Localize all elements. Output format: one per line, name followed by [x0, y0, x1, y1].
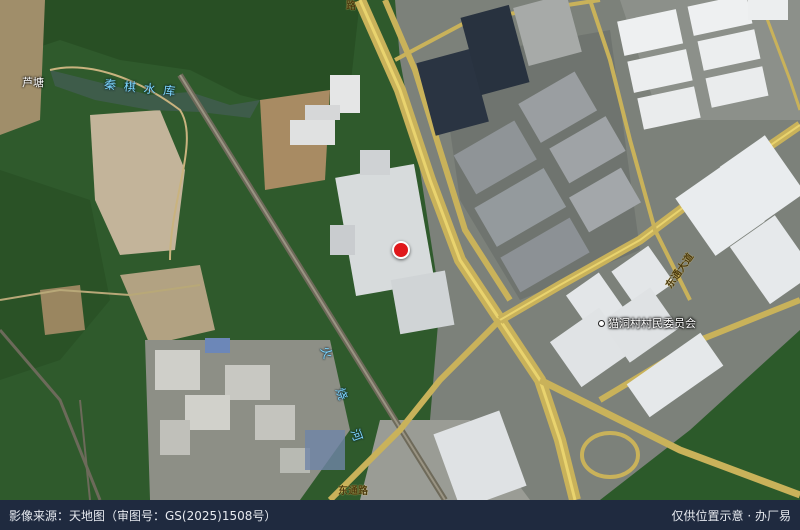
attribution-bar: 影像来源：天地图（审图号：GS(2025)1508号） 仅供位置示意 · 办厂易: [0, 500, 800, 530]
place-label-lutang: 芦塘: [22, 76, 44, 89]
poi-dot: [598, 320, 605, 327]
disclaimer-text: 仅供位置示意 · 办厂易: [671, 508, 791, 523]
map-viewport[interactable]: 芦塘 秦 棋 水 库 火 烧 河 东通大道 路 东通路 猫洞村村民委员会: [0, 0, 800, 500]
imagery-source-text: 影像来源：天地图（审图号：GS(2025)1508号）: [9, 508, 277, 523]
road-label-south: 东通路: [338, 486, 368, 497]
poi-label-village-committee[interactable]: 猫洞村村民委员会: [608, 318, 696, 329]
road-label-north: 路: [346, 1, 356, 12]
location-marker-pin[interactable]: [392, 241, 410, 259]
